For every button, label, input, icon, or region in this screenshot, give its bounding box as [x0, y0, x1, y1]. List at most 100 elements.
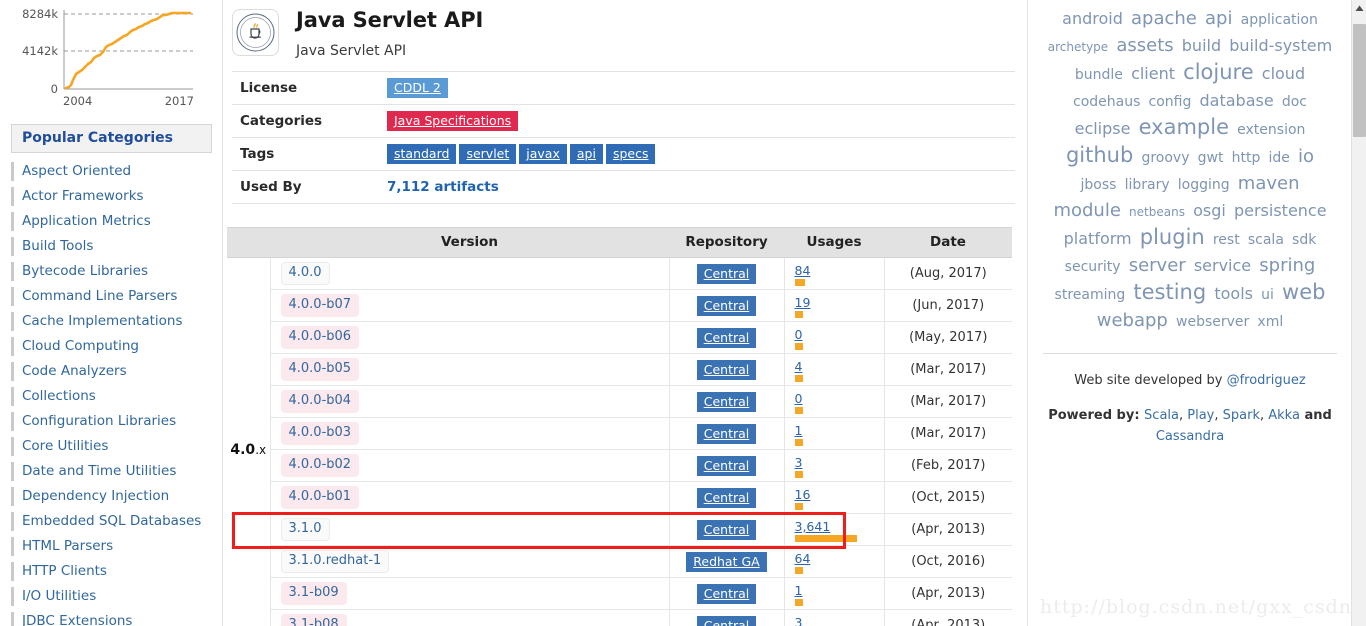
sidebar-item-collections[interactable]: Collections — [0, 384, 223, 409]
sidebar-item-label[interactable]: Build Tools — [22, 238, 93, 254]
version-link[interactable]: 4.0.0-b06 — [280, 326, 360, 349]
tag-cloud-item-bundle[interactable]: bundle — [1075, 67, 1123, 83]
usages-count-link[interactable]: 1 — [795, 422, 884, 437]
sidebar-item-label[interactable]: Dependency Injection — [22, 488, 169, 504]
tag-cloud-item-github[interactable]: github — [1066, 143, 1133, 167]
sidebar-item-i-o-utilities[interactable]: I/O Utilities — [0, 584, 223, 609]
tag-cloud-item-groovy[interactable]: groovy — [1141, 150, 1189, 166]
tag-cloud-item-doc[interactable]: doc — [1282, 94, 1307, 110]
tag-cloud-item-eclipse[interactable]: eclipse — [1075, 119, 1131, 138]
powered-by-cassandra-link[interactable]: Cassandra — [1156, 429, 1224, 444]
tag-cloud-item-maven[interactable]: maven — [1238, 173, 1300, 194]
powered-by-link-play[interactable]: Play — [1187, 408, 1214, 423]
tag-cloud-item-config[interactable]: config — [1149, 94, 1192, 110]
tag-cloud-item-tools[interactable]: tools — [1214, 284, 1253, 303]
sidebar-item-cloud-computing[interactable]: Cloud Computing — [0, 334, 223, 359]
tag-cloud-item-http[interactable]: http — [1232, 150, 1261, 166]
sidebar-item-label[interactable]: Aspect Oriented — [22, 163, 131, 179]
tag-badge-specs[interactable]: specs — [605, 144, 656, 164]
tag-cloud-item-webserver[interactable]: webserver — [1176, 314, 1249, 330]
usedby-link[interactable]: 7,112 artifacts — [387, 179, 499, 195]
version-link[interactable]: 4.0.0-b01 — [280, 486, 360, 509]
triangle-up-icon[interactable] — [1352, 0, 1366, 16]
sidebar-item-label[interactable]: Embedded SQL Databases — [22, 513, 201, 529]
version-link[interactable]: 4.0.0-b02 — [280, 454, 360, 477]
tag-cloud-item-web[interactable]: web — [1282, 280, 1325, 304]
tag-cloud-item-ui[interactable]: ui — [1261, 287, 1274, 303]
tag-cloud-item-api[interactable]: api — [1205, 8, 1232, 29]
version-link[interactable]: 4.0.0-b05 — [280, 358, 360, 381]
tag-cloud-item-library[interactable]: library — [1125, 177, 1170, 193]
tag-cloud-item-persistence[interactable]: persistence — [1234, 201, 1327, 220]
tag-cloud-item-io[interactable]: io — [1298, 146, 1314, 167]
sidebar-item-label[interactable]: Command Line Parsers — [22, 288, 177, 304]
tag-cloud-item-assets[interactable]: assets — [1116, 35, 1173, 56]
powered-by-link-akka[interactable]: Akka — [1268, 408, 1300, 423]
tag-cloud-item-streaming[interactable]: streaming — [1055, 287, 1126, 303]
tag-badge-api[interactable]: api — [569, 144, 603, 164]
sidebar-item-html-parsers[interactable]: HTML Parsers — [0, 534, 223, 559]
repository-badge[interactable]: Central — [696, 263, 757, 284]
tag-cloud-item-logging[interactable]: logging — [1178, 177, 1230, 193]
tag-cloud-item-extension[interactable]: extension — [1237, 122, 1305, 138]
tag-cloud-item-clojure[interactable]: clojure — [1183, 60, 1253, 84]
version-link[interactable]: 4.0.0-b03 — [280, 422, 360, 445]
page-scrollbar[interactable] — [1351, 0, 1366, 626]
sidebar-item-jdbc-extensions[interactable]: JDBC Extensions — [0, 609, 223, 626]
tag-badge-standard[interactable]: standard — [387, 144, 457, 164]
version-link[interactable]: 4.0.0 — [280, 262, 330, 285]
tag-cloud-item-apache[interactable]: apache — [1131, 8, 1197, 29]
tag-cloud-item-ide[interactable]: ide — [1269, 150, 1290, 166]
tag-cloud-item-build-system[interactable]: build-system — [1229, 36, 1332, 55]
tag-cloud-item-application[interactable]: application — [1241, 12, 1318, 28]
tag-cloud-item-scala[interactable]: scala — [1248, 232, 1284, 248]
tag-cloud-item-spring[interactable]: spring — [1259, 255, 1315, 276]
tag-cloud-item-platform[interactable]: platform — [1064, 229, 1132, 248]
developer-handle-link[interactable]: @frodriguez — [1227, 373, 1306, 388]
repository-badge[interactable]: Central — [696, 487, 757, 508]
version-link[interactable]: 4.0.0-b07 — [280, 294, 360, 317]
tag-cloud-item-webapp[interactable]: webapp — [1097, 310, 1168, 331]
tag-cloud-item-sdk[interactable]: sdk — [1292, 232, 1316, 248]
version-link[interactable]: 4.0.0-b04 — [280, 390, 360, 413]
sidebar-item-label[interactable]: Actor Frameworks — [22, 188, 144, 204]
tag-cloud-item-gwt[interactable]: gwt — [1198, 150, 1224, 166]
powered-by-link-scala[interactable]: Scala — [1144, 408, 1179, 423]
tag-cloud-item-xml[interactable]: xml — [1257, 314, 1283, 330]
sidebar-item-core-utilities[interactable]: Core Utilities — [0, 434, 223, 459]
repository-badge[interactable]: Central — [696, 327, 757, 348]
sidebar-item-label[interactable]: Date and Time Utilities — [22, 463, 176, 479]
sidebar-item-http-clients[interactable]: HTTP Clients — [0, 559, 223, 584]
sidebar-item-configuration-libraries[interactable]: Configuration Libraries — [0, 409, 223, 434]
usages-count-link[interactable]: 1 — [795, 582, 884, 597]
sidebar-item-label[interactable]: Code Analyzers — [22, 363, 127, 379]
usages-count-link[interactable]: 19 — [795, 294, 884, 309]
usages-count-link[interactable]: 84 — [795, 262, 884, 277]
tag-cloud-item-module[interactable]: module — [1053, 200, 1120, 221]
tag-cloud-item-archetype[interactable]: archetype — [1048, 40, 1108, 54]
tag-cloud-item-osgi[interactable]: osgi — [1193, 201, 1226, 220]
version-link[interactable]: 3.1-b08 — [280, 614, 347, 626]
tag-cloud-item-database[interactable]: database — [1200, 91, 1274, 110]
tag-cloud-item-cloud[interactable]: cloud — [1262, 64, 1305, 83]
tag-cloud-item-plugin[interactable]: plugin — [1140, 225, 1205, 249]
sidebar-item-label[interactable]: Cache Implementations — [22, 313, 183, 329]
repository-badge[interactable]: Redhat GA — [686, 551, 767, 572]
tag-cloud-item-jboss[interactable]: jboss — [1081, 177, 1117, 193]
tag-cloud-item-testing[interactable]: testing — [1133, 280, 1206, 304]
usages-count-link[interactable]: 3 — [795, 614, 884, 626]
usages-count-link[interactable]: 3 — [795, 454, 884, 469]
sidebar-item-label[interactable]: Core Utilities — [22, 438, 108, 454]
sidebar-item-label[interactable]: Configuration Libraries — [22, 413, 176, 429]
tag-cloud-item-service[interactable]: service — [1194, 256, 1251, 275]
usages-count-link[interactable]: 64 — [795, 550, 884, 565]
sidebar-item-label[interactable]: Application Metrics — [22, 213, 151, 229]
sidebar-item-application-metrics[interactable]: Application Metrics — [0, 209, 223, 234]
sidebar-item-command-line-parsers[interactable]: Command Line Parsers — [0, 284, 223, 309]
sidebar-item-bytecode-libraries[interactable]: Bytecode Libraries — [0, 259, 223, 284]
sidebar-item-label[interactable]: Bytecode Libraries — [22, 263, 148, 279]
usages-count-link[interactable]: 0 — [795, 390, 884, 405]
category-badge[interactable]: Java Specifications — [387, 111, 519, 131]
usages-count-link[interactable]: 3,641 — [795, 518, 884, 533]
sidebar-item-build-tools[interactable]: Build Tools — [0, 234, 223, 259]
